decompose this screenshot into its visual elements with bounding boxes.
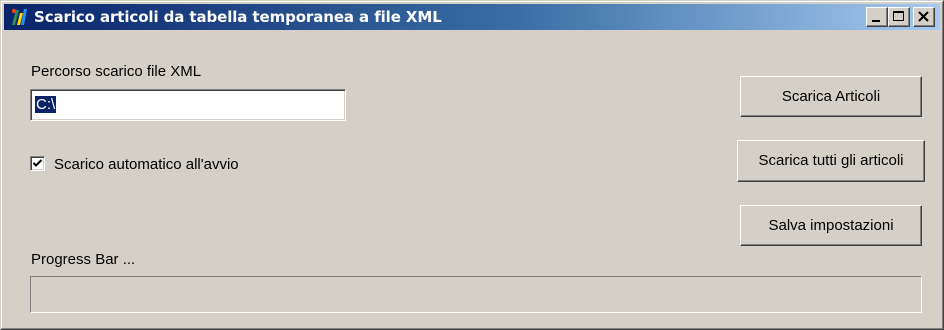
- minimize-button[interactable]: [866, 7, 888, 27]
- save-settings-button[interactable]: Salva impostazioni: [740, 205, 922, 246]
- path-input-value: C:\: [35, 96, 57, 113]
- maximize-button[interactable]: [888, 7, 910, 27]
- window-title: Scarico articoli da tabella temporanea a…: [34, 8, 442, 26]
- close-button[interactable]: [913, 7, 935, 27]
- app-icon[interactable]: [9, 7, 29, 27]
- checkmark-icon: [32, 159, 43, 167]
- download-articles-button[interactable]: Scarica Articoli: [740, 76, 922, 117]
- progress-bar: [30, 276, 922, 313]
- auto-download-label[interactable]: Scarico automatico all'avvio: [54, 156, 239, 173]
- progress-label: Progress Bar ...: [31, 251, 136, 268]
- close-icon: [918, 11, 929, 22]
- maximize-icon: [893, 11, 904, 21]
- title-bar[interactable]: Scarico articoli da tabella temporanea a…: [4, 4, 940, 30]
- main-window: Scarico articoli da tabella temporanea a…: [0, 0, 944, 330]
- download-all-articles-button[interactable]: Scarica tutti gli articoli: [737, 140, 925, 182]
- path-label: Percorso scarico file XML: [31, 63, 202, 80]
- minimize-icon: [872, 20, 880, 22]
- auto-download-checkbox[interactable]: [30, 156, 45, 171]
- path-input[interactable]: C:\: [30, 89, 346, 121]
